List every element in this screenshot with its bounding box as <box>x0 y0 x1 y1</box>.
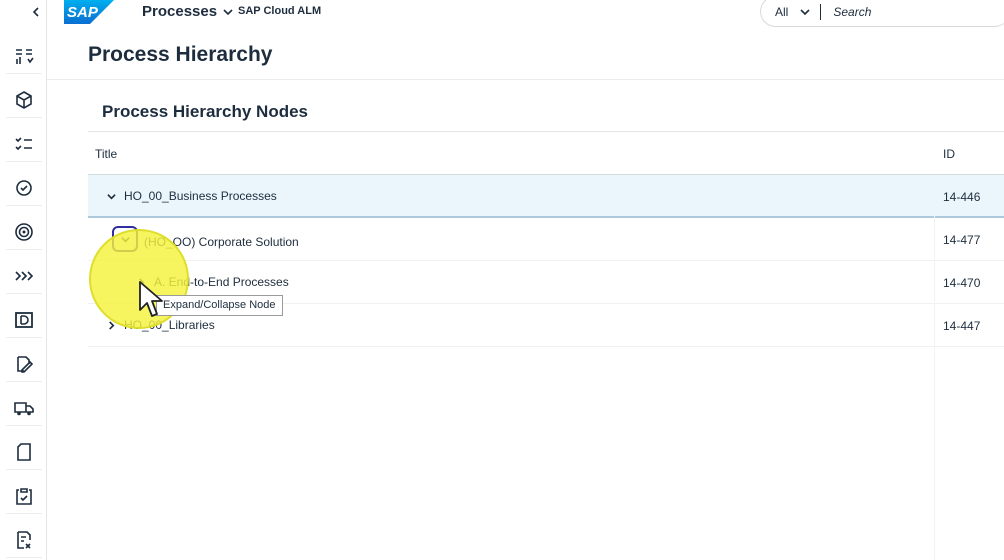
nav-hierarchy-button[interactable] <box>6 38 42 74</box>
search-field: All <box>760 0 1004 27</box>
column-header-id[interactable]: ID <box>943 147 955 161</box>
nav-edit-button[interactable] <box>6 346 42 382</box>
page-title: Process Hierarchy <box>88 43 273 66</box>
search-separator <box>820 3 822 20</box>
row-id: 14-477 <box>943 233 981 247</box>
edit-document-icon <box>17 355 34 373</box>
app-window: SAP Processes SAP Cloud ALM All Process … <box>0 0 1004 560</box>
svg-text:SAP: SAP <box>67 4 99 21</box>
search-scope-value: All <box>775 4 789 19</box>
tooltip: Expand/Collapse Node <box>156 295 283 316</box>
shell-bar: SAP Processes SAP Cloud ALM All <box>47 0 1004 27</box>
nav-blank-document-button[interactable] <box>6 434 42 470</box>
process-hierarchy-panel: Process Hierarchy Nodes Title ID HO_00_B… <box>88 80 1004 560</box>
nav-document-button[interactable] <box>6 302 42 338</box>
table-header: Title ID <box>88 131 1004 175</box>
panel-title: Process Hierarchy Nodes <box>102 102 308 121</box>
mouse-pointer-icon <box>139 281 163 317</box>
nav-package-button[interactable] <box>6 82 42 118</box>
expand-collapse-button[interactable] <box>104 189 118 203</box>
clipboard-check-icon <box>16 487 32 505</box>
back-button[interactable] <box>26 2 46 22</box>
app-title-menu[interactable]: Processes <box>142 3 233 20</box>
row-title: HO_00_Business Processes <box>124 189 277 203</box>
nav-checklist-button[interactable] <box>6 126 42 162</box>
side-navigation <box>0 0 47 560</box>
chevrons-forward-icon <box>15 270 34 281</box>
task-list-icon <box>17 530 31 549</box>
search-input[interactable] <box>833 4 964 19</box>
nav-settings-button[interactable] <box>6 170 42 206</box>
row-id: 14-447 <box>943 319 981 333</box>
sap-logo[interactable]: SAP <box>64 0 114 24</box>
table-row[interactable]: (HO_OO) Corporate Solution 14-477 <box>88 218 1004 261</box>
truck-icon <box>14 401 34 415</box>
chevron-left-icon <box>32 7 39 17</box>
nav-target-button[interactable] <box>6 214 42 250</box>
column-divider <box>934 175 935 560</box>
app-title: Processes <box>142 3 218 20</box>
hierarchy-chart-icon <box>16 48 34 64</box>
chevron-down-icon <box>106 193 116 199</box>
package-icon <box>16 90 32 109</box>
table-row[interactable]: HO_00_Business Processes 14-446 <box>88 175 1004 218</box>
document-frame-icon <box>15 311 33 328</box>
checklist-icon <box>15 136 32 150</box>
nav-task-list-button[interactable] <box>6 522 42 558</box>
column-header-title[interactable]: Title <box>95 147 117 161</box>
chevron-down-icon <box>800 8 810 15</box>
nav-clipboard-button[interactable] <box>6 478 42 514</box>
row-id: 14-470 <box>943 276 981 290</box>
row-id: 14-446 <box>943 190 981 204</box>
nav-forward-button[interactable] <box>6 258 42 294</box>
settings-check-icon <box>16 179 32 196</box>
row-title-cell: HO_00_Business Processes <box>104 189 277 203</box>
nav-transport-button[interactable] <box>6 390 42 426</box>
search-scope-select[interactable]: All <box>775 5 810 19</box>
target-icon <box>15 222 33 241</box>
chevron-down-icon <box>223 8 233 15</box>
product-name: SAP Cloud ALM <box>238 5 322 17</box>
blank-document-icon <box>17 442 31 461</box>
